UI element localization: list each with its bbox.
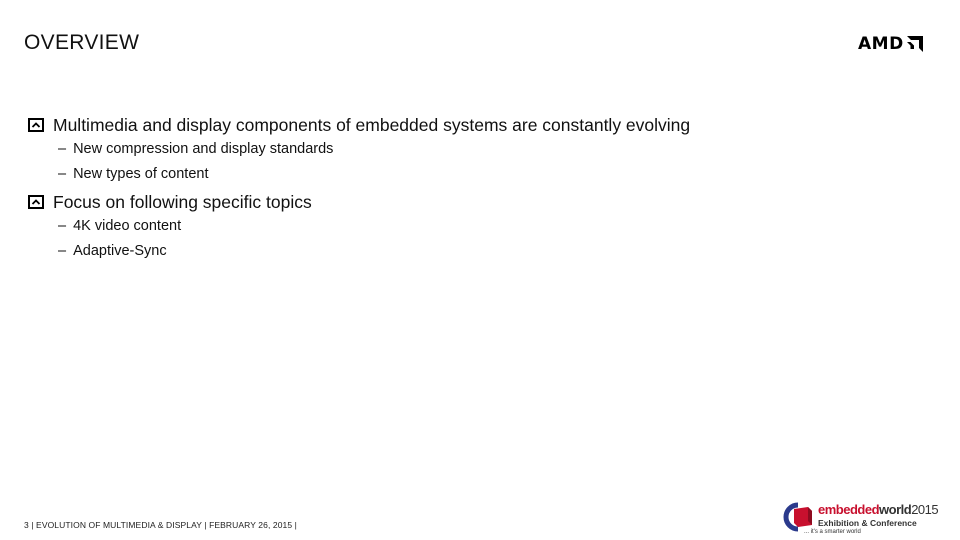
event-name-part1: embedded	[818, 502, 880, 517]
sub-bullet-item: – Adaptive-Sync	[28, 238, 690, 263]
embedded-world-logo: embeddedworld2015 Exhibition & Conferenc…	[782, 502, 952, 538]
embedded-world-emblem-icon	[783, 502, 812, 532]
dash-marker: –	[58, 165, 67, 182]
sub-bullet-item: – 4K video content	[28, 213, 690, 238]
event-tagline: ... it's a smarter world	[804, 529, 861, 535]
event-name-part2: world	[879, 502, 912, 517]
sub-bullet-text: 4K video content	[73, 217, 182, 234]
checkbox-bullet-icon	[28, 118, 44, 132]
bullet-text: Focus on following specific topics	[53, 191, 312, 212]
event-name: embeddedworld2015	[818, 502, 939, 517]
event-subtitle: Exhibition & Conference	[818, 518, 917, 528]
dash-marker: –	[58, 242, 67, 259]
amd-arrow-icon	[906, 36, 923, 52]
dash-marker: –	[58, 140, 67, 157]
checkbox-bullet-icon	[28, 195, 44, 209]
sub-bullet-text: New compression and display standards	[73, 140, 334, 157]
slide-footer: 3 | EVOLUTION OF MULTIMEDIA & DISPLAY | …	[24, 520, 297, 530]
event-year: 2015	[911, 502, 939, 517]
bullet-item: Multimedia and display components of emb…	[28, 114, 690, 136]
sub-bullet-text: New types of content	[73, 165, 209, 182]
bullet-list: Multimedia and display components of emb…	[28, 114, 690, 263]
slide-title: OVERVIEW	[24, 31, 140, 54]
sub-bullet-item: – New compression and display standards	[28, 136, 690, 161]
bullet-item: Focus on following specific topics	[28, 191, 690, 213]
sub-bullet-item: – New types of content	[28, 161, 690, 186]
bullet-text: Multimedia and display components of emb…	[53, 114, 691, 135]
amd-wordmark: AMD	[858, 34, 904, 54]
amd-logo: AMD	[858, 34, 923, 54]
sub-bullet-text: Adaptive-Sync	[73, 242, 167, 259]
dash-marker: –	[58, 217, 67, 234]
